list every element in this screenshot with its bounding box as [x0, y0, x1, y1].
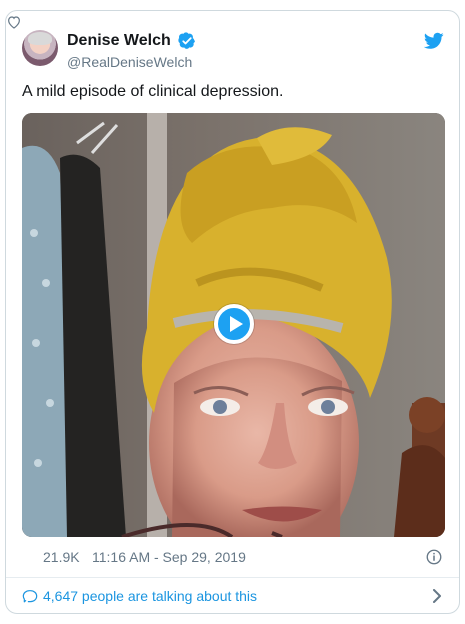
author-handle[interactable]: @RealDeniseWelch	[67, 53, 192, 71]
like-count[interactable]: 21.9K	[43, 546, 80, 568]
timestamp[interactable]: 11:16 AM - Sep 29, 2019	[92, 546, 246, 568]
video-thumbnail[interactable]	[22, 113, 445, 537]
twitter-bird-icon[interactable]	[424, 32, 444, 50]
author-name[interactable]: Denise Welch	[67, 31, 171, 51]
tweet-meta-row: 21.9K 11:16 AM - Sep 29, 2019	[22, 546, 443, 568]
info-icon[interactable]	[425, 548, 443, 566]
divider	[6, 577, 459, 578]
comment-icon	[22, 590, 38, 603]
talking-link-row[interactable]: 4,647 people are talking about this	[22, 584, 443, 608]
avatar[interactable]	[22, 30, 58, 66]
verified-badge-icon	[178, 32, 195, 49]
play-icon[interactable]	[214, 304, 254, 344]
tweet-card[interactable]: Denise Welch @RealDeniseWelch A mild epi…	[5, 10, 460, 614]
tweet-text: A mild episode of clinical depression.	[22, 83, 284, 100]
chevron-right-icon[interactable]	[431, 589, 443, 603]
heart-icon[interactable]	[6, 14, 22, 30]
talking-link[interactable]: 4,647 people are talking about this	[43, 584, 257, 608]
